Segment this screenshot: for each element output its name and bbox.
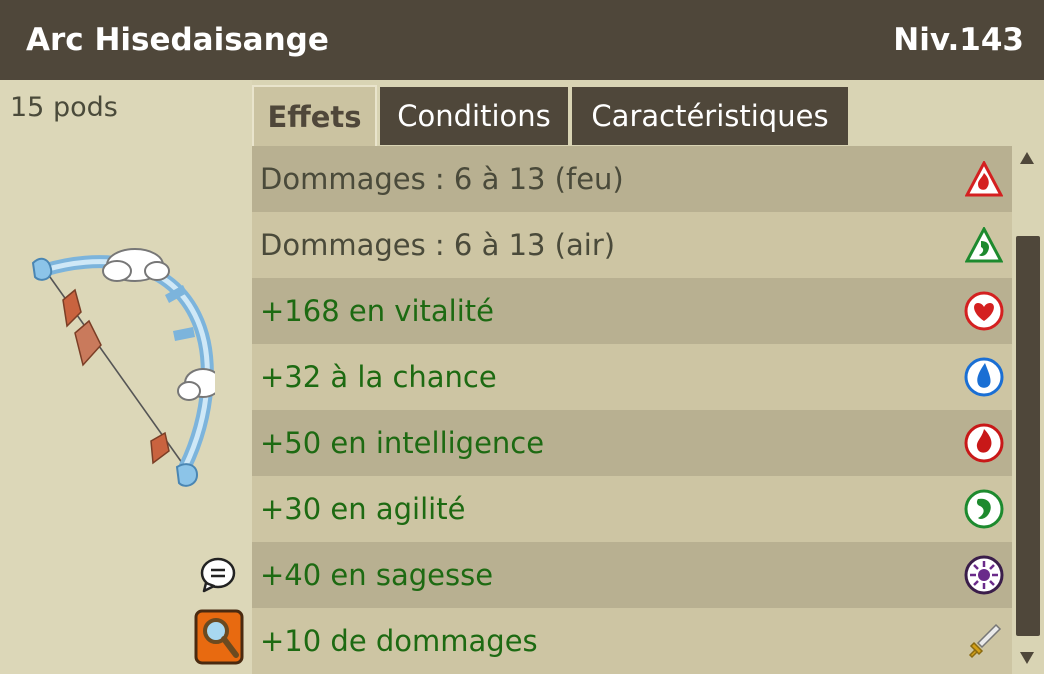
bow-weapon-icon [31,248,215,487]
damage-sword-icon [964,621,1004,661]
item-level: Niv.143 [893,22,1024,58]
effect-row: Dommages : 6 à 13 (air) [252,212,1012,278]
effect-row: Dommages : 6 à 13 (feu) [252,146,1012,212]
effect-row: +40 en sagesse [252,542,1012,608]
effect-text: +30 en agilité [260,492,466,526]
effect-text: +50 en intelligence [260,426,545,460]
effect-text: Dommages : 6 à 13 (feu) [260,162,624,196]
effect-row: +32 à la chance [252,344,1012,410]
effect-row: +10 de dommages [252,608,1012,674]
scroll-down-arrow-icon[interactable] [1020,652,1034,664]
effect-text: +10 de dommages [260,624,538,658]
effect-text: Dommages : 6 à 13 (air) [260,228,616,262]
effect-row: +30 en agilité [252,476,1012,542]
tab-effets[interactable]: Effets [252,85,377,147]
vitality-heart-icon [964,291,1004,331]
chat-bubble-icon[interactable] [200,557,236,593]
item-header: Arc Hisedaisange Niv.143 [0,0,1044,80]
agility-air-icon [964,489,1004,529]
tab-conditions[interactable]: Conditions [380,87,568,145]
scroll-up-arrow-icon[interactable] [1020,152,1034,164]
effect-text: +40 en sagesse [260,558,494,592]
fire-damage-icon [964,159,1004,199]
effect-text: +168 en vitalité [260,294,494,328]
chance-water-icon [964,357,1004,397]
effect-row: +50 en intelligence [252,410,1012,476]
effects-list: Dommages : 6 à 13 (feu) Dommages : 6 à 1… [252,146,1012,674]
tab-bar: Effets Conditions Caractéristiques [252,83,1044,147]
wisdom-icon [964,555,1004,595]
effects-scrollbar[interactable] [1012,146,1044,674]
magnifier-inspect-icon[interactable] [194,609,244,665]
intelligence-fire-icon [964,423,1004,463]
effect-row: +168 en vitalité [252,278,1012,344]
air-damage-icon [964,225,1004,265]
item-name: Arc Hisedaisange [26,22,329,58]
scroll-thumb[interactable] [1016,236,1040,636]
effect-text: +32 à la chance [260,360,497,394]
item-weight: 15 pods [10,92,118,123]
tab-caracteristiques[interactable]: Caractéristiques [572,87,848,145]
